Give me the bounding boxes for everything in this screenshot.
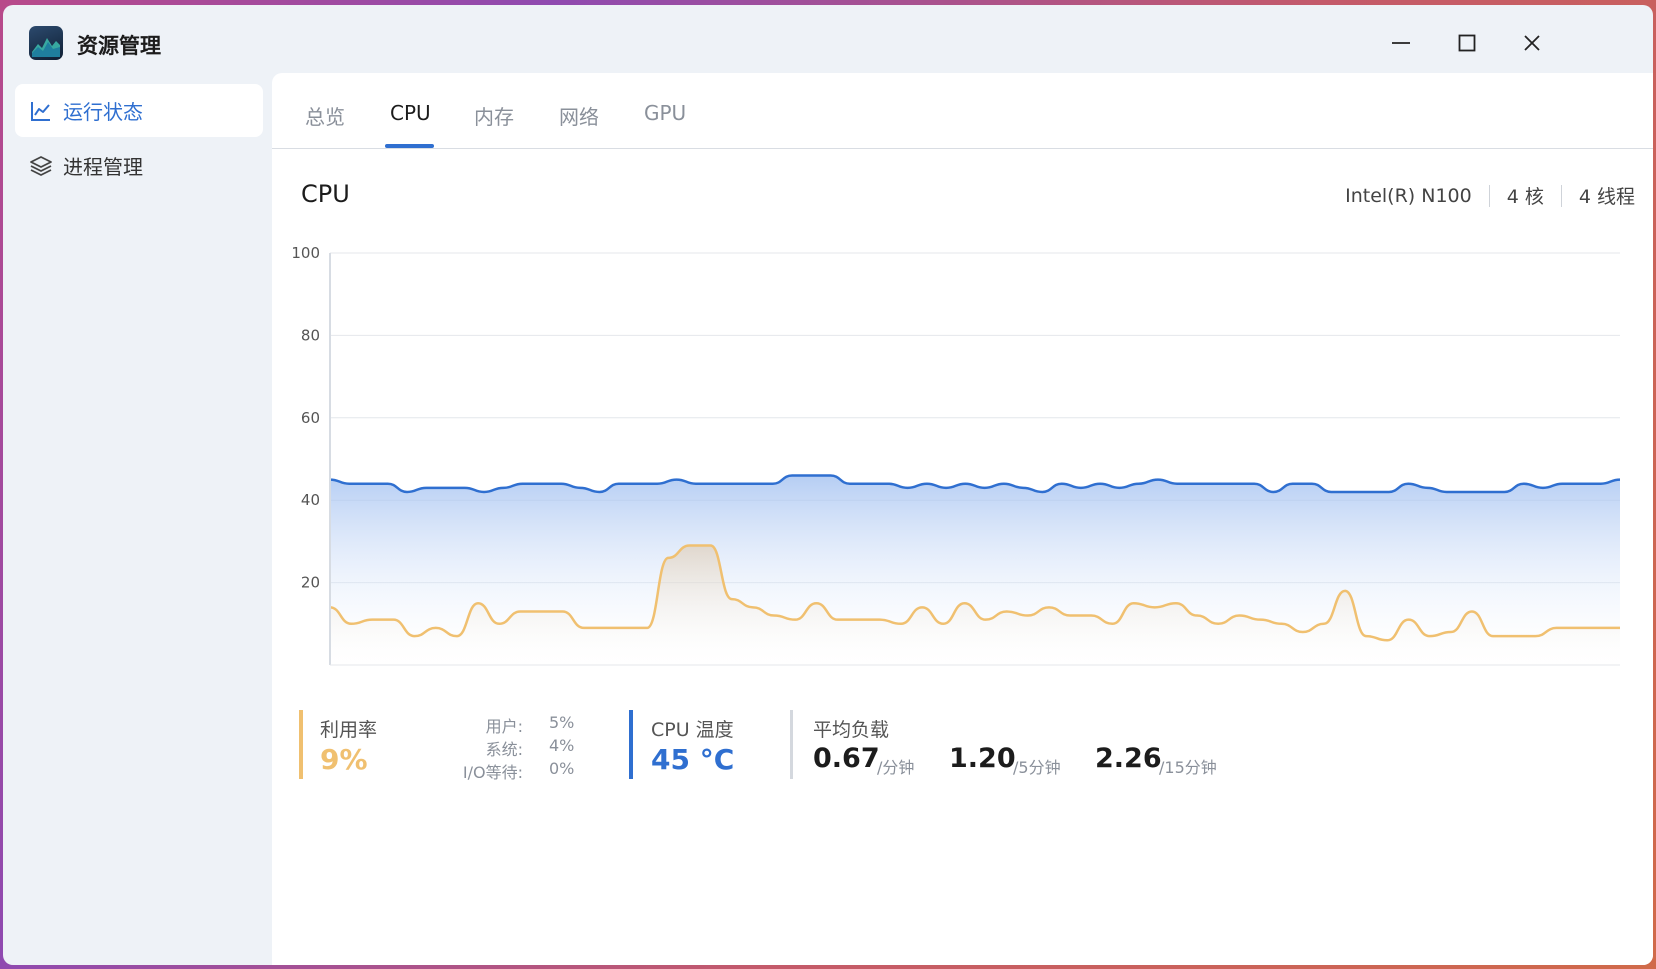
tab-gpu[interactable]: GPU [644,101,686,125]
title-bar: 资源管理 [3,5,1653,73]
section-title: CPU [301,180,350,208]
app-logo-icon [29,26,63,60]
app-title: 资源管理 [77,34,161,58]
y-tick-label: 40 [301,491,320,509]
y-tick-label: 60 [301,409,320,427]
divider [1488,184,1490,207]
system-label: 系统: [485,740,523,759]
load-5min-unit: /5分钟 [1013,758,1061,777]
sidebar-item-processes[interactable]: 进程管理 [15,139,263,192]
active-tab-indicator [385,144,434,148]
cpu-specs: Intel(R) N100 4 核 4 线程 [1345,182,1635,209]
app-window: 资源管理 运行状态 进程管理 总览 CPU 内存 网络 GPU CPU Inte… [3,5,1653,965]
user-value: 5% [549,713,575,732]
system-value: 4% [549,736,575,755]
sidebar: 运行状态 进程管理 [15,84,263,194]
cpu-model: Intel(R) N100 [1345,184,1472,207]
line-chart-icon [31,102,50,121]
tab-overview[interactable]: 总览 [305,101,345,130]
load-15min-unit: /15分钟 [1159,758,1217,777]
utilization-accent-bar [299,710,303,779]
sidebar-item-label: 运行状态 [63,100,143,124]
io-wait-label: I/O等待: [462,763,523,782]
tab-memory[interactable]: 内存 [474,101,514,130]
sidebar-item-label: 进程管理 [63,155,143,179]
tab-bar: 总览 CPU 内存 网络 GPU [272,73,1653,149]
tab-network[interactable]: 网络 [559,101,599,130]
maximize-button[interactable] [1445,23,1489,63]
y-tick-label: 20 [301,574,320,592]
minimize-button[interactable] [1379,23,1423,63]
load-1min-value: 0.67 [813,743,880,774]
utilization-label: 利用率 [320,719,378,741]
cpu-usage-chart: 100 80 60 40 20 [292,244,1621,666]
temperature-label: CPU 温度 [651,719,734,741]
cpu-cores: 4 核 [1506,186,1544,208]
maximize-icon [1458,34,1476,52]
temperature-value: 45 °C [651,743,735,776]
sidebar-item-status[interactable]: 运行状态 [15,84,263,137]
layers-icon [30,156,52,176]
load-1min-unit: /分钟 [877,758,915,777]
cpu-stats: 利用率 9% 用户: 5% 系统: 4% I/O等待: 0% CPU 温度 45… [299,710,1301,782]
load-5min-value: 1.20 [949,743,1016,774]
y-tick-label: 100 [292,244,320,262]
load-accent-bar [790,710,793,779]
temperature-accent-bar [629,710,633,779]
user-label: 用户: [485,717,523,736]
main-panel: 总览 CPU 内存 网络 GPU CPU Intel(R) N100 4 核 4… [272,73,1653,965]
y-tick-label: 80 [301,326,320,344]
minimize-icon [1392,42,1410,44]
load-15min-value: 2.26 [1095,743,1162,774]
utilization-value: 9% [320,743,368,776]
close-icon [1524,35,1540,51]
io-wait-value: 0% [549,759,575,778]
cpu-threads: 4 线程 [1578,186,1635,208]
load-average-label: 平均负载 [813,719,890,741]
divider [1560,184,1562,207]
close-button[interactable] [1510,23,1554,63]
tab-cpu[interactable]: CPU [390,101,431,125]
